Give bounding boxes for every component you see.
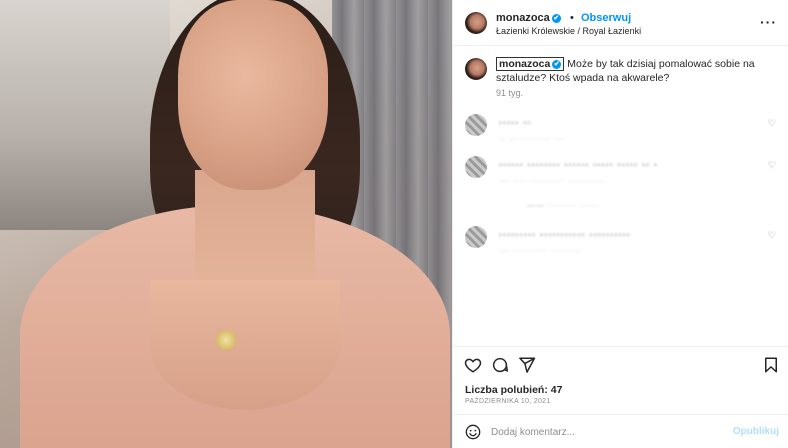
avatar[interactable] xyxy=(465,12,487,34)
photo-pendant xyxy=(216,330,236,350)
emoji-icon[interactable] xyxy=(465,424,481,440)
comment-text: ······ ········ ······ ····· ····· ·· · xyxy=(499,160,659,171)
username-link[interactable]: monazoca ✔ xyxy=(496,12,561,24)
comment-meta: ·· ·· ········· ··· xyxy=(499,134,565,143)
post-date: PAŹDZIERNIKA 10, 2021 xyxy=(465,398,551,405)
comment-meta: ··· ·········· ········· xyxy=(499,246,583,255)
post-header: monazoca ✔ • Obserwuj Łazienki Królewskie… xyxy=(453,0,788,46)
bookmark-icon[interactable] xyxy=(761,355,781,375)
add-comment-bar: Opublikuj xyxy=(453,414,788,448)
photo-face xyxy=(178,0,328,190)
post-photo[interactable] xyxy=(0,0,452,448)
share-icon[interactable] xyxy=(517,355,537,375)
caption-avatar[interactable] xyxy=(465,58,487,80)
caption-username[interactable]: monazoca ✔ xyxy=(496,57,565,71)
comment-avatar[interactable] xyxy=(465,114,487,136)
comment-text: ········· ··········· ·········· xyxy=(499,230,632,241)
comment-avatar[interactable] xyxy=(465,226,487,248)
action-bar xyxy=(453,346,788,382)
separator-dot: • xyxy=(570,12,574,24)
caption: monazoca ✔ Może by tak dzisiaj pomalować … xyxy=(496,57,776,85)
comment-item: ········· ··········· ·········· ··· ···… xyxy=(465,226,780,255)
comment-like-icon[interactable]: ♡ xyxy=(768,160,776,171)
comment-input[interactable] xyxy=(491,423,721,441)
photo-chest xyxy=(150,280,340,410)
comment-item: ······ ········ ······ ····· ····· ·· · … xyxy=(465,156,780,185)
photo-background xyxy=(0,0,170,230)
comment-avatar[interactable] xyxy=(465,156,487,178)
heart-icon[interactable] xyxy=(463,355,483,375)
comment-item: ····· ·· ·· ·· ········· ··· ♡ xyxy=(465,114,780,143)
username[interactable]: monazoca xyxy=(496,12,550,24)
publish-button[interactable]: Opublikuj xyxy=(733,426,779,437)
likes-count[interactable]: Liczba polubień: 47 xyxy=(465,384,562,396)
view-replies-link[interactable]: —— ········ ····· xyxy=(527,201,599,210)
caption-timestamp[interactable]: 91 tyg. xyxy=(496,88,523,98)
comment-icon[interactable] xyxy=(490,355,510,375)
post-panel: monazoca ✔ • Obserwuj Łazienki Królewskie… xyxy=(452,0,788,448)
comment-meta: ··· ···· ·········· ··········· xyxy=(499,176,607,185)
comment-like-icon[interactable]: ♡ xyxy=(768,118,776,129)
comment-like-icon[interactable]: ♡ xyxy=(768,230,776,241)
comment-text: ····· ·· xyxy=(499,118,532,129)
verified-icon: ✔ xyxy=(552,60,562,69)
verified-icon: ✔ xyxy=(551,14,561,23)
location-link[interactable]: Łazienki Królewskie / Royal Łazienki xyxy=(496,26,641,36)
more-icon[interactable]: ··· xyxy=(760,14,777,30)
follow-button[interactable]: Obserwuj xyxy=(581,12,631,24)
